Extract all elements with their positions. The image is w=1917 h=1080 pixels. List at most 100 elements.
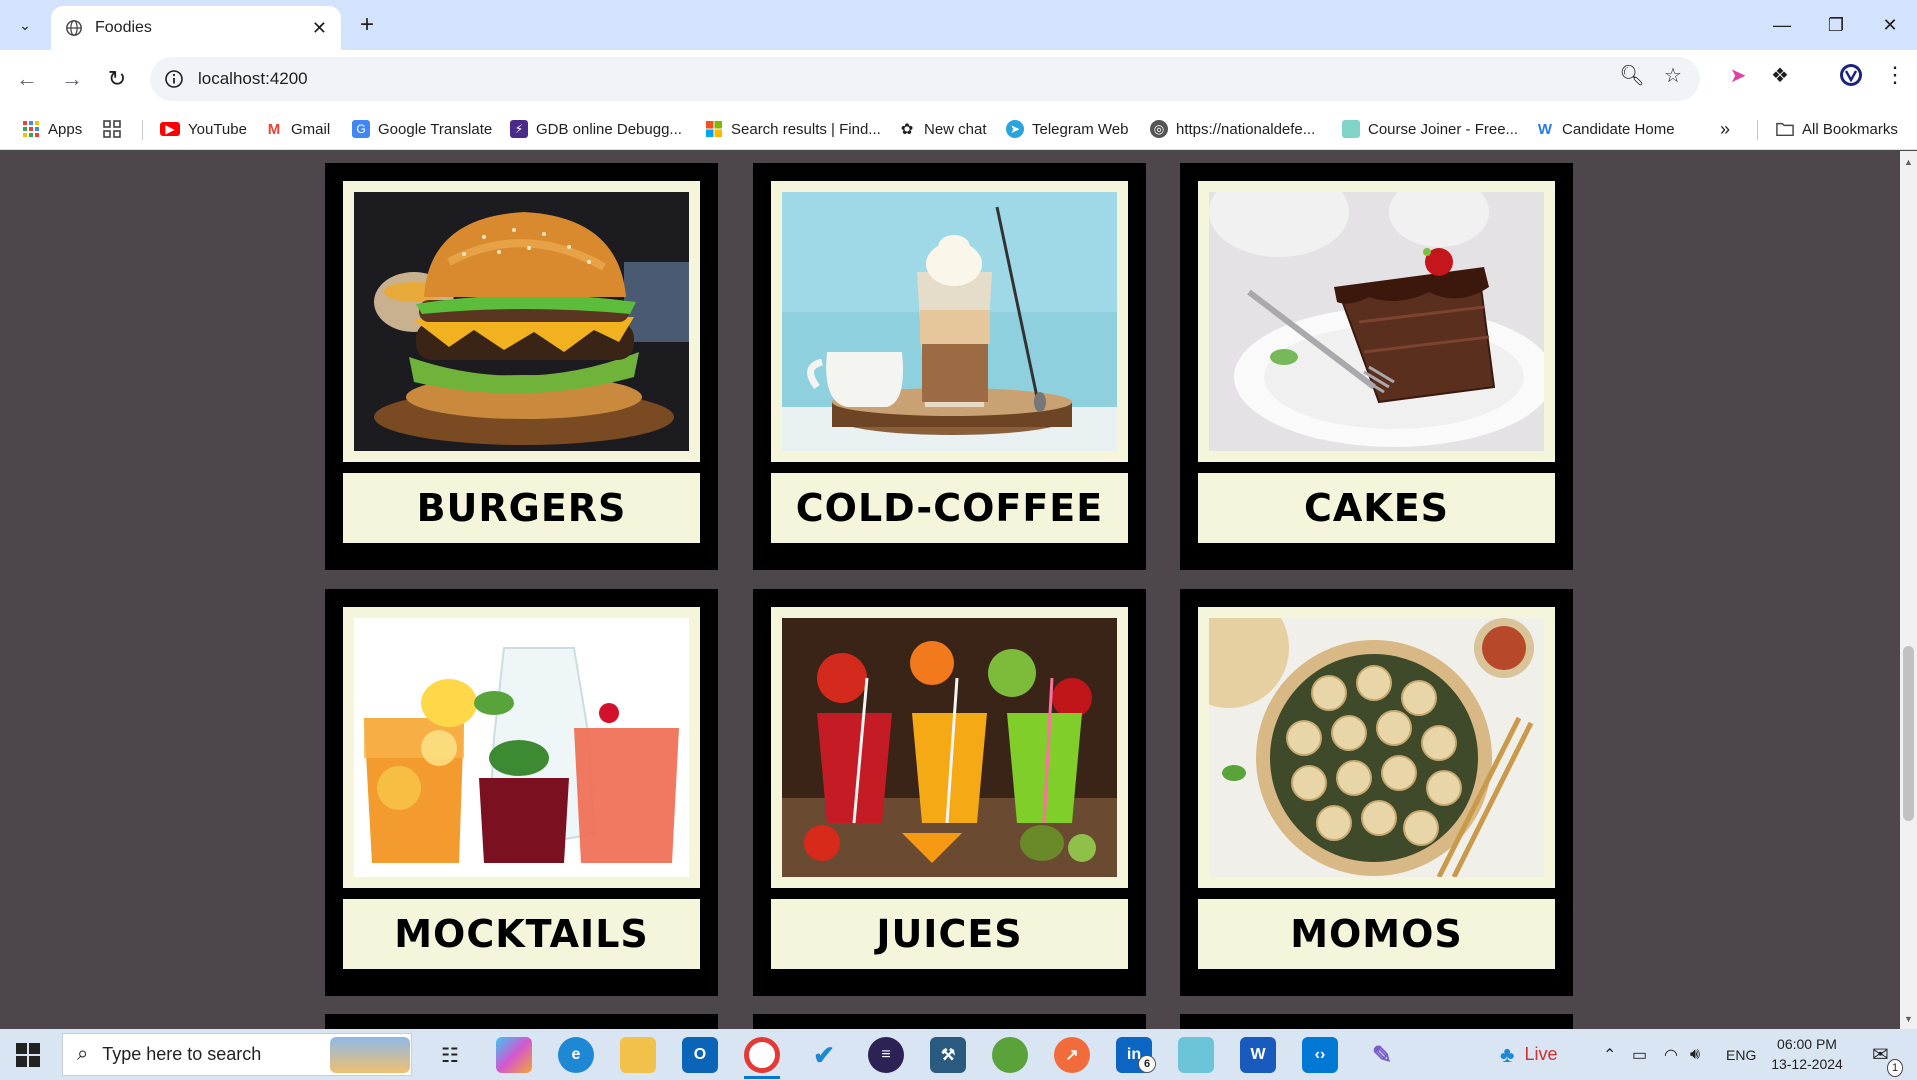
- zoom-icon[interactable]: 🔍︎: [1617, 60, 1647, 90]
- globe-icon: [66, 20, 82, 36]
- minimize-icon[interactable]: —: [1754, 0, 1810, 50]
- menu-card-juices[interactable]: JUICES: [753, 589, 1146, 996]
- notes-icon[interactable]: [1178, 1037, 1214, 1073]
- profile-avatar[interactable]: [1836, 60, 1866, 90]
- tab-search-chevron-icon[interactable]: ⌄: [10, 10, 40, 40]
- bookmark-youtube[interactable]: ▶ YouTube: [160, 108, 247, 150]
- menu-card-burgers[interactable]: BURGERS: [325, 163, 718, 570]
- bookmark-label: Apps: [48, 120, 83, 138]
- globe-icon: ◎: [1150, 120, 1168, 138]
- show-hidden-icons-icon[interactable]: ⌃: [1603, 1029, 1616, 1080]
- menu-card-partial[interactable]: [753, 1014, 1146, 1029]
- live-label: Live: [1524, 1044, 1558, 1064]
- microsoft-icon: [705, 120, 723, 138]
- linkedin-badge: 6: [1138, 1055, 1156, 1073]
- file-explorer-icon[interactable]: [620, 1037, 656, 1073]
- card-title: MOCKTAILS: [394, 912, 649, 956]
- site-info-icon[interactable]: [164, 69, 184, 89]
- youtube-icon: ▶: [160, 122, 180, 136]
- menu-card-partial[interactable]: [1180, 1014, 1573, 1029]
- new-tab-button[interactable]: +: [352, 10, 382, 40]
- bookmark-star-icon[interactable]: ☆: [1658, 60, 1688, 90]
- gmail-icon: M: [267, 120, 281, 138]
- menu-card-cakes[interactable]: CAKES: [1180, 163, 1573, 570]
- bookmark-gmail[interactable]: M Gmail: [265, 108, 330, 150]
- bookmark-nationaldefence[interactable]: ◎ https://nationaldefe...: [1150, 108, 1315, 150]
- bookmark-google-translate[interactable]: G Google Translate: [352, 108, 492, 150]
- live-weather[interactable]: ♣ Live: [1500, 1029, 1557, 1080]
- extensions-puzzle-icon[interactable]: ❖: [1765, 60, 1795, 90]
- chrome-menu-icon[interactable]: ⋮: [1880, 60, 1910, 90]
- card-title: COLD-COFFEE: [795, 486, 1104, 530]
- mysql-workbench-icon[interactable]: ⚒: [930, 1037, 966, 1073]
- menu-card-cold-coffee[interactable]: COLD-COFFEE: [753, 163, 1146, 570]
- folder-icon: [1776, 120, 1794, 138]
- bookmark-course-joiner[interactable]: Course Joiner - Free...: [1342, 108, 1518, 150]
- copilot-icon[interactable]: [496, 1037, 532, 1073]
- menu-card-momos[interactable]: MOMOS: [1180, 589, 1573, 996]
- battery-icon[interactable]: ▭: [1632, 1029, 1647, 1080]
- card-label-box: BURGERS: [343, 473, 700, 543]
- bookmark-search-results[interactable]: Search results | Find...: [705, 108, 881, 150]
- card-label-box: JUICES: [771, 899, 1128, 969]
- card-image-frame: [771, 607, 1128, 888]
- juices-image: [782, 618, 1117, 877]
- bookmark-gdb[interactable]: ⚡︎ GDB online Debugg...: [510, 108, 682, 150]
- todo-icon[interactable]: ✔: [806, 1037, 842, 1073]
- bookmark-new-chat[interactable]: ✿ New chat: [898, 108, 987, 150]
- momos-image: [1209, 618, 1544, 877]
- card-title: MOMOS: [1290, 912, 1463, 956]
- bookmark-separator: [1757, 120, 1758, 140]
- paint-icon[interactable]: ✎: [1364, 1037, 1400, 1073]
- search-highlight-image[interactable]: [330, 1037, 410, 1073]
- card-image-frame: [771, 181, 1128, 462]
- telegram-icon: ➤: [1006, 120, 1024, 138]
- bookmark-apps[interactable]: Apps: [22, 108, 82, 150]
- eclipse-icon[interactable]: ≡: [868, 1037, 904, 1073]
- reload-icon[interactable]: ↻: [100, 62, 134, 96]
- scrollbar-thumb[interactable]: [1903, 646, 1914, 821]
- clock-time: 06:00 PM: [1777, 1036, 1837, 1052]
- back-arrow-icon[interactable]: ←: [10, 62, 44, 96]
- wifi-icon[interactable]: ◠: [1664, 1029, 1678, 1080]
- page-viewport: BURGERS COLD-COFFEE CAKES MOCKTAILS JUIC…: [0, 151, 1900, 1029]
- chrome-icon[interactable]: [744, 1037, 780, 1073]
- address-bar[interactable]: localhost:4200: [150, 57, 1700, 101]
- bookmark-candidate-home[interactable]: W Candidate Home: [1536, 108, 1675, 150]
- close-window-icon[interactable]: ✕: [1862, 0, 1917, 50]
- taskbar-clock[interactable]: 06:00 PM 13-12-2024: [1764, 1034, 1850, 1074]
- all-bookmarks[interactable]: All Bookmarks: [1776, 108, 1898, 150]
- spring-icon[interactable]: [992, 1037, 1028, 1073]
- bookmark-label: YouTube: [188, 120, 247, 138]
- forward-arrow-icon[interactable]: →: [55, 62, 89, 96]
- language-indicator[interactable]: ENG: [1726, 1029, 1756, 1080]
- notification-icon[interactable]: ✉: [1872, 1029, 1889, 1080]
- tab-groups-icon[interactable]: [103, 108, 121, 150]
- active-app-indicator: [744, 1076, 780, 1079]
- more-bookmarks-icon[interactable]: »: [1720, 108, 1730, 150]
- bookmark-telegram[interactable]: ➤ Telegram Web: [1006, 108, 1128, 150]
- course-icon: [1342, 120, 1360, 138]
- bookmark-label: https://nationaldefe...: [1176, 120, 1316, 138]
- page-scrollbar[interactable]: ▲ ▼: [1900, 151, 1917, 1029]
- cricket-icon: ♣: [1500, 1041, 1515, 1067]
- menu-card-mocktails[interactable]: MOCKTAILS: [325, 589, 718, 996]
- word-icon[interactable]: W: [1240, 1037, 1276, 1073]
- postman-icon[interactable]: ↗: [1054, 1037, 1090, 1073]
- browser-tab[interactable]: Foodies ✕: [51, 6, 341, 50]
- edge-icon[interactable]: e: [558, 1037, 594, 1073]
- extension-pink-icon[interactable]: ➤: [1723, 60, 1753, 90]
- bookmark-label: Candidate Home: [1562, 120, 1675, 138]
- vscode-icon[interactable]: ‹›: [1302, 1037, 1338, 1073]
- scroll-up-icon[interactable]: ▲: [1900, 153, 1917, 170]
- menu-card-partial[interactable]: [325, 1014, 718, 1029]
- volume-icon[interactable]: 🔊︎: [1690, 1029, 1700, 1080]
- windows-start-icon[interactable]: [14, 1041, 42, 1069]
- url-text: localhost:4200: [198, 69, 308, 88]
- restore-icon[interactable]: ❐: [1808, 0, 1864, 50]
- close-tab-icon[interactable]: ✕: [312, 18, 327, 39]
- scroll-down-icon[interactable]: ▼: [1900, 1010, 1917, 1027]
- task-view-icon[interactable]: ☷: [432, 1037, 468, 1073]
- burger-image: [354, 192, 689, 451]
- outlook-icon[interactable]: O: [682, 1037, 718, 1073]
